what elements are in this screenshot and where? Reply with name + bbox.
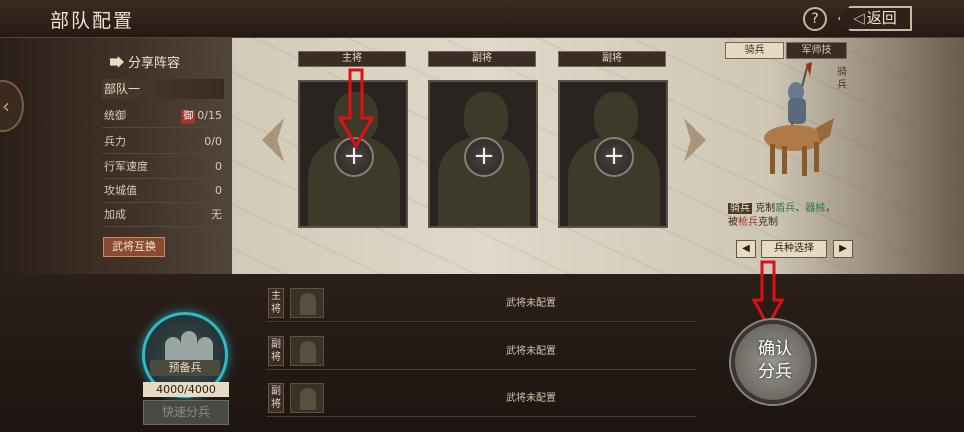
unit-prev-button[interactable]: ◀ <box>736 240 756 258</box>
chevron-left-icon: ‹ <box>2 94 10 118</box>
row-status: 武将未配置 <box>506 346 556 357</box>
counter-sep: 、 <box>795 203 806 214</box>
stat-label: 行军速度 <box>104 160 148 173</box>
stat-bonus: 加成 无 <box>102 203 224 227</box>
add-general-icon[interactable]: + <box>464 137 504 177</box>
share-label: 分享阵容 <box>128 56 181 71</box>
stat-label: 加成 <box>104 208 126 221</box>
counter-comma: ， <box>825 203 836 214</box>
tab-strategist-skill[interactable]: 军师技 <box>786 42 847 59</box>
stat-label: 兵力 <box>104 135 126 148</box>
stat-march-speed: 行军速度 0 <box>102 155 224 179</box>
stat-value: 0 <box>215 184 222 197</box>
confirm-label: 确认分兵 <box>758 339 792 382</box>
unit-next-button[interactable]: ▶ <box>833 240 853 258</box>
unit-select-button[interactable]: 兵种选择 <box>761 240 827 258</box>
soldier-figure <box>181 331 197 363</box>
back-button[interactable]: ◁ 返回 <box>838 6 912 31</box>
share-icon <box>110 56 124 68</box>
back-label: 返回 <box>866 9 897 27</box>
general-slot-vice-2[interactable]: + <box>558 80 668 228</box>
counter-target-siege: 器械 <box>805 203 826 214</box>
general-slot-vice-1[interactable]: + <box>428 80 538 228</box>
red-arrow-annotation <box>337 68 375 150</box>
help-button[interactable]: ? <box>803 7 827 31</box>
counter-text-end: 克制 <box>758 217 778 228</box>
reserve-count: 4000/4000 <box>143 382 229 397</box>
stat-value: 无 <box>211 208 222 221</box>
silhouette-head <box>464 92 508 142</box>
tab-cavalry[interactable]: 骑兵 <box>725 42 784 59</box>
counter-target-shield: 盾兵 <box>775 203 796 214</box>
slot-label-vice-2: 副将 <box>558 51 666 67</box>
assignment-row[interactable]: 主将 武将未配置 <box>266 282 696 322</box>
cavalry-unit-image <box>764 62 834 176</box>
stat-value: 0/0 <box>204 135 222 148</box>
stat-siege: 攻城值 0 <box>102 179 224 203</box>
slot-label-vice-1: 副将 <box>428 51 536 67</box>
stat-value: 御 0/15 <box>181 104 222 128</box>
counter-text: 克制 <box>755 203 776 214</box>
counter-text-by: 被 <box>728 217 738 228</box>
stat-command: 统御 御 0/15 <box>102 104 224 128</box>
swap-generals-button[interactable]: 武将互换 <box>103 237 165 257</box>
row-status: 武将未配置 <box>506 393 556 404</box>
row-status: 武将未配置 <box>506 298 556 309</box>
add-general-icon[interactable]: + <box>594 137 634 177</box>
counter-unit-tag: 骑兵 <box>728 203 752 214</box>
back-arrow-icon: ◁ <box>853 9 865 27</box>
confirm-allocate-button[interactable]: 确认分兵 <box>731 320 815 404</box>
share-lineup-button[interactable]: 分享阵容 <box>110 52 180 71</box>
stat-label: 攻城值 <box>104 184 137 197</box>
troop-name: 部队一 <box>102 79 224 99</box>
unit-counter-info: 骑兵 克制盾兵、器械， 被枪兵克制 <box>728 202 878 230</box>
slot-label-main: 主将 <box>298 51 406 67</box>
stat-label: 统御 <box>104 109 126 122</box>
top-bar: 部队配置 ? ◁ 返回 <box>0 0 964 38</box>
reserve-label: 预备兵 <box>150 360 220 376</box>
command-value: 0/15 <box>197 109 222 122</box>
stat-troops: 兵力 0/0 <box>102 130 224 154</box>
stat-value: 0 <box>215 160 222 173</box>
command-badge: 御 <box>181 110 196 124</box>
counter-by-spear: 枪兵 <box>738 217 758 228</box>
assignment-row[interactable]: 副将 武将未配置 <box>266 330 696 370</box>
quick-allocate-button[interactable]: 快速分兵 <box>143 400 229 425</box>
page-title: 部队配置 <box>50 10 135 32</box>
assignment-row[interactable]: 副将 武将未配置 <box>266 377 696 417</box>
silhouette-head <box>594 92 638 142</box>
